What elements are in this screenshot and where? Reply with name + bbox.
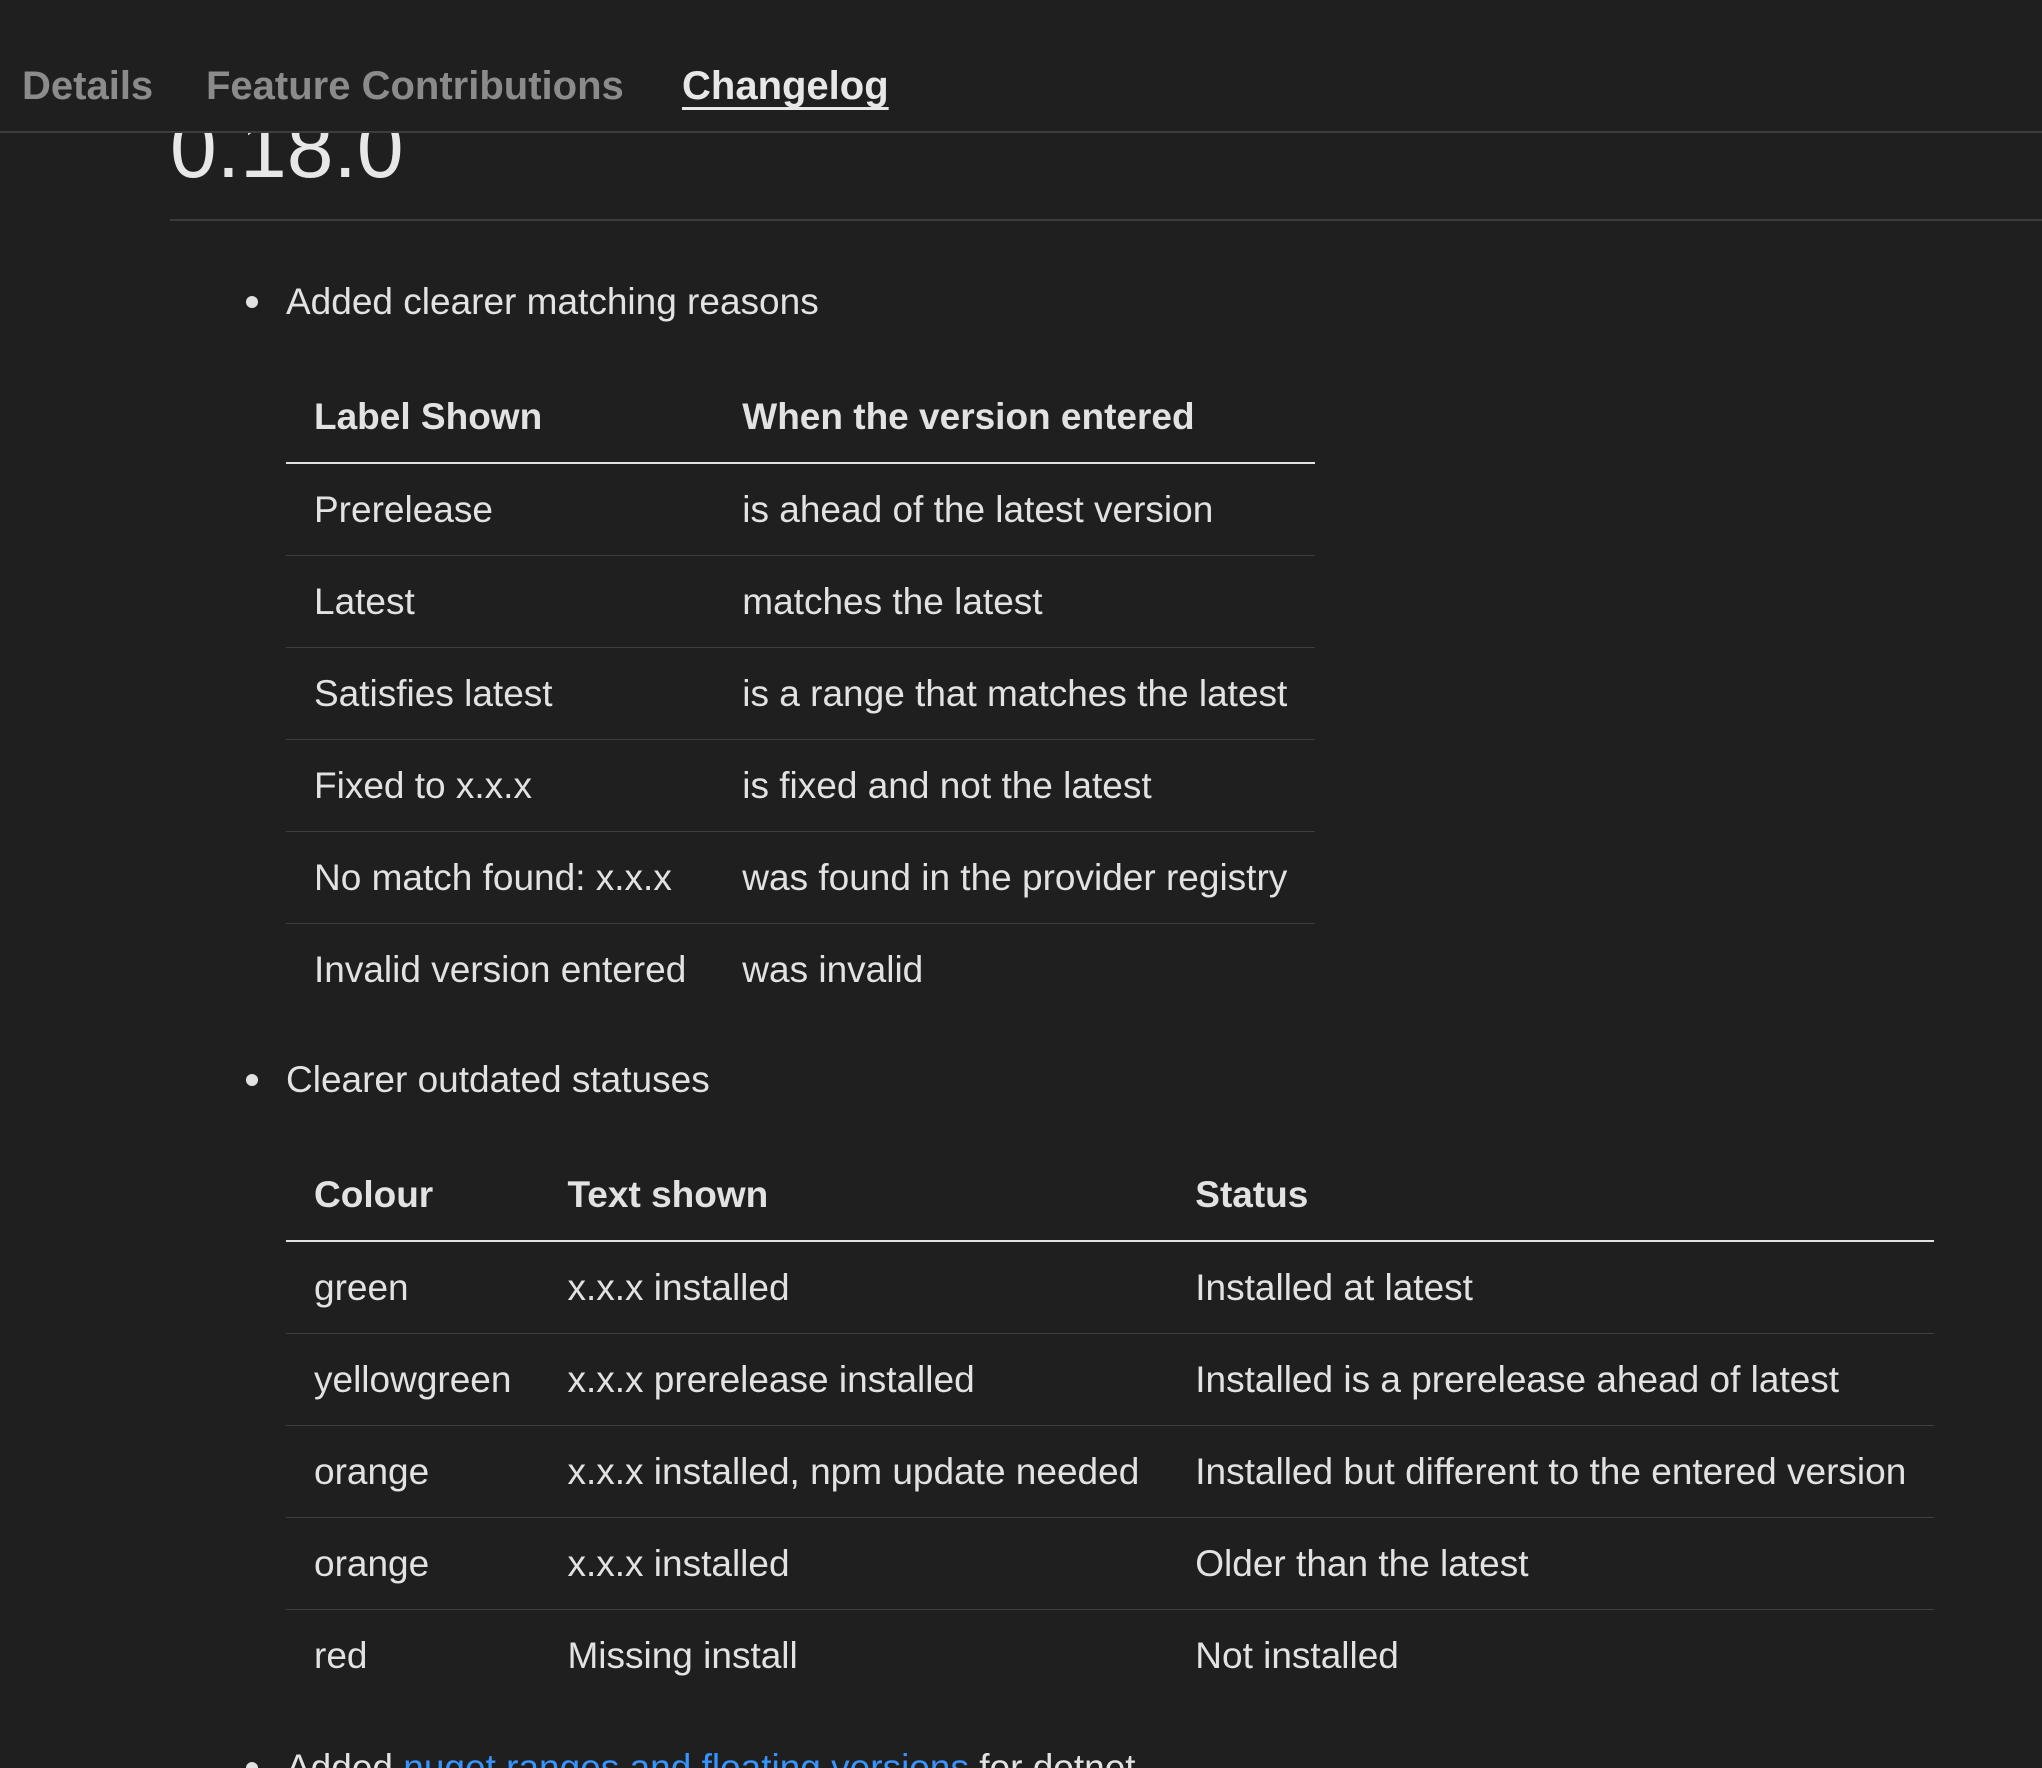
table-cell: Fixed to x.x.x (286, 739, 715, 832)
heading-divider (170, 219, 2042, 221)
table-cell: Not installed (1195, 1634, 1399, 1676)
table-cell: was found in the provider registry (714, 831, 1316, 924)
bullet-dot (246, 296, 258, 308)
table-header-row: Label Shown When the version entered (286, 372, 1316, 464)
tab-feature-contributions[interactable]: Feature Contributions (206, 62, 624, 110)
tab-details[interactable]: Details (22, 62, 153, 110)
table-cell: orange (286, 1425, 540, 1518)
tab-changelog[interactable]: Changelog (682, 62, 889, 110)
bullet-dot (246, 1074, 258, 1086)
column-header-when-entered: When the version entered (714, 372, 1316, 464)
table-cell: is ahead of the latest version (714, 463, 1316, 556)
table-cell: is fixed and not the latest (714, 739, 1316, 832)
table-cell: Latest (286, 555, 715, 648)
table-cell: Older than the latest (1167, 1517, 1935, 1610)
column-header-label-shown: Label Shown (286, 372, 715, 464)
list-item-suffix: for dotnet (968, 1747, 1136, 1768)
table-cell: Installed is a prerelease ahead of lates… (1167, 1333, 1935, 1426)
table-cell: x.x.x prerelease installed (539, 1333, 1168, 1426)
nuget-ranges-link[interactable]: nuget ranges and floating versions (403, 1747, 969, 1768)
table-row: Fixed to x.x.x is fixed and not the late… (286, 739, 1316, 832)
table-cell: matches the latest (714, 555, 1316, 648)
column-header-colour: Colour (286, 1150, 540, 1242)
table-cell: No match found: x.x.x (286, 831, 715, 924)
table-row: green x.x.x installed Installed at lates… (286, 1241, 1935, 1334)
table-cell: Invalid version entered (314, 948, 687, 990)
table-cell: Installed at latest (1167, 1241, 1935, 1334)
list-item-text: Clearer outdated statuses (286, 1059, 710, 1100)
table-cell: Prerelease (286, 463, 715, 556)
table-header-row: Colour Text shown Status (286, 1150, 1935, 1242)
table-cell: is a range that matches the latest (714, 647, 1316, 740)
table-cell: orange (286, 1517, 540, 1610)
bullet-dot (246, 1762, 258, 1768)
table-cell: red (314, 1634, 368, 1676)
table-cell: x.x.x installed, npm update needed (539, 1425, 1168, 1518)
table-row: orange x.x.x installed, npm update neede… (286, 1425, 1935, 1518)
table-row: orange x.x.x installed Older than the la… (286, 1517, 1935, 1610)
table-cell: yellowgreen (286, 1333, 540, 1426)
list-item-prefix: Added (286, 1747, 404, 1768)
table-cell: Missing install (567, 1634, 798, 1676)
list-item-text: Added nuget ranges and floating versions… (286, 1744, 1136, 1768)
table-row: Satisfies latest is a range that matches… (286, 647, 1316, 740)
table-cell: Installed but different to the entered v… (1167, 1425, 1935, 1518)
changelog-content: 0.18.0 Added clearer matching reasons La… (0, 0, 2042, 1768)
table-row: Invalid version entered was invalid (286, 924, 1315, 1016)
table-cell: Satisfies latest (286, 647, 715, 740)
table-row: yellowgreen x.x.x prerelease installed I… (286, 1333, 1935, 1426)
table-cell: green (286, 1241, 540, 1334)
table-cell: x.x.x installed (539, 1517, 1168, 1610)
column-header-status: Status (1167, 1150, 1935, 1242)
matching-reasons-table: Label Shown When the version entered Pre… (286, 372, 1316, 1016)
list-item-text: Added clearer matching reasons (286, 281, 819, 322)
outdated-statuses-table: Colour Text shown Status green x.x.x ins… (286, 1150, 1935, 1702)
column-header-text-shown: Text shown (539, 1150, 1168, 1242)
table-row: red Missing install Not installed (286, 1610, 1934, 1702)
table-row: Latest matches the latest (286, 555, 1316, 648)
table-row: Prerelease is ahead of the latest versio… (286, 463, 1316, 556)
table-cell: was invalid (742, 948, 924, 990)
extension-tab-bar: Details Feature Contributions Changelog (0, 0, 2042, 133)
table-cell: x.x.x installed (539, 1241, 1168, 1334)
table-row: No match found: x.x.x was found in the p… (286, 831, 1316, 924)
